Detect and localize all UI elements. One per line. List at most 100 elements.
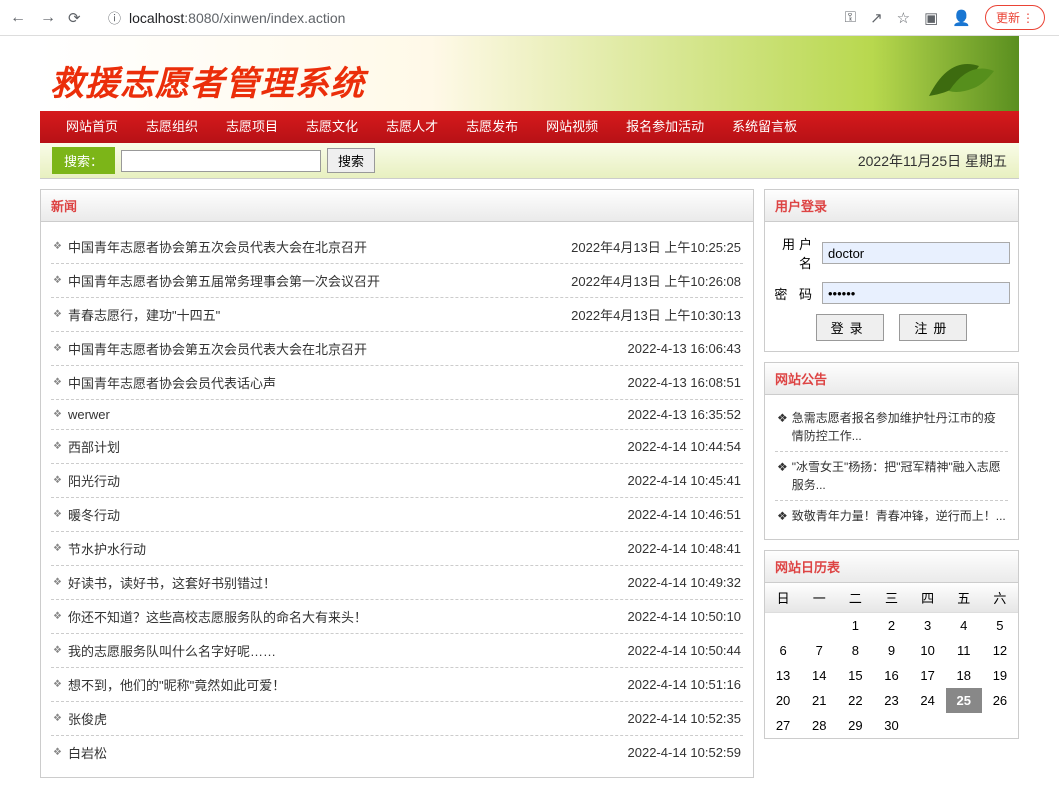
news-panel-header: 新闻 (41, 190, 753, 222)
calendar-day[interactable]: 4 (946, 613, 982, 639)
calendar-day[interactable]: 21 (801, 688, 837, 713)
chrome-right-icons: ⚿ ↗ ☆ ▣ 👤 更新 ⋮ (845, 5, 1051, 30)
news-title-link[interactable]: ❖werwer (53, 407, 618, 422)
calendar-day[interactable]: 2 (873, 613, 909, 639)
calendar-day[interactable]: 10 (910, 638, 946, 663)
left-column: 新闻 ❖中国青年志愿者协会第五次会员代表大会在北京召开2022年4月13日 上午… (40, 189, 754, 788)
calendar-day[interactable]: 29 (837, 713, 873, 738)
news-title-link[interactable]: ❖我的志愿服务队叫什么名字好呢…… (53, 641, 618, 660)
calendar-day[interactable]: 18 (946, 663, 982, 688)
calendar-day[interactable]: 14 (801, 663, 837, 688)
calendar-day[interactable]: 12 (982, 638, 1018, 663)
search-button[interactable]: 搜索 (327, 148, 375, 173)
back-button[interactable]: ← (8, 9, 28, 27)
login-panel: 用户登录 用户名 密 码 登录 注册 (764, 189, 1019, 352)
username-input[interactable] (822, 242, 1010, 264)
url-text: localhost:8080/xinwen/index.action (129, 10, 345, 26)
leaf-decoration-icon (919, 46, 999, 106)
search-input[interactable] (121, 150, 321, 172)
calendar-day[interactable]: 26 (982, 688, 1018, 713)
news-title-link[interactable]: ❖好读书，读好书，这套好书别错过！ (53, 573, 618, 592)
announcement-link[interactable]: "冰雪女王"杨扬：把"冠军精神"融入志愿服务... (792, 458, 1006, 494)
nav-item-1[interactable]: 志愿组织 (132, 111, 212, 143)
calendar-day[interactable]: 3 (910, 613, 946, 639)
news-item: ❖白岩松2022-4-14 10:52:59 (51, 736, 743, 769)
news-title-text: 白岩松 (68, 743, 107, 762)
browser-chrome: ← → ⟳ ⓘ localhost:8080/xinwen/index.acti… (0, 0, 1059, 36)
calendar-day[interactable]: 5 (982, 613, 1018, 639)
calendar-day[interactable]: 22 (837, 688, 873, 713)
bullet-icon: ❖ (53, 343, 62, 354)
password-input[interactable] (822, 282, 1010, 304)
forward-button[interactable]: → (38, 9, 58, 27)
news-title-link[interactable]: ❖西部计划 (53, 437, 618, 456)
browser-update-button[interactable]: 更新 ⋮ (985, 5, 1045, 30)
login-button[interactable]: 登录 (816, 314, 884, 341)
star-icon[interactable]: ☆ (897, 9, 910, 27)
news-title-link[interactable]: ❖中国青年志愿者协会第五次会员代表大会在北京召开 (53, 339, 618, 358)
news-title-link[interactable]: ❖青春志愿行，建功"十四五" (53, 305, 561, 324)
news-time: 2022-4-14 10:45:41 (628, 473, 741, 488)
news-title-link[interactable]: ❖白岩松 (53, 743, 618, 762)
calendar-day[interactable]: 9 (873, 638, 909, 663)
bullet-icon: ❖ (53, 409, 62, 420)
calendar-day[interactable]: 28 (801, 713, 837, 738)
calendar-day[interactable]: 6 (765, 638, 801, 663)
share-icon[interactable]: ↗ (870, 9, 883, 27)
calendar-day[interactable]: 20 (765, 688, 801, 713)
calendar-day[interactable]: 23 (873, 688, 909, 713)
announcements-list: ❖急需志愿者报名参加维护牡丹江市的疫情防控工作...❖"冰雪女王"杨扬：把"冠军… (775, 403, 1008, 531)
url-path: :8080/xinwen/index.action (184, 10, 345, 26)
news-title-link[interactable]: ❖中国青年志愿者协会第五次会员代表大会在北京召开 (53, 237, 561, 256)
site-info-icon[interactable]: ⓘ (108, 8, 121, 27)
calendar-day[interactable]: 19 (982, 663, 1018, 688)
calendar-day[interactable]: 27 (765, 713, 801, 738)
announcements-panel-header: 网站公告 (765, 363, 1018, 395)
register-button[interactable]: 注册 (899, 314, 967, 341)
calendar-day[interactable]: 16 (873, 663, 909, 688)
nav-item-5[interactable]: 志愿发布 (452, 111, 532, 143)
panel-icon[interactable]: ▣ (924, 9, 938, 27)
main-layout: 新闻 ❖中国青年志愿者协会第五次会员代表大会在北京召开2022年4月13日 上午… (40, 189, 1019, 788)
calendar-day[interactable]: 8 (837, 638, 873, 663)
news-title-link[interactable]: ❖暖冬行动 (53, 505, 618, 524)
bullet-icon: ❖ (777, 458, 788, 494)
calendar-day[interactable]: 15 (837, 663, 873, 688)
news-time: 2022年4月13日 上午10:25:25 (571, 237, 741, 256)
news-title-link[interactable]: ❖中国青年志愿者协会第五届常务理事会第一次会议召开 (53, 271, 561, 290)
refresh-button[interactable]: ⟳ (68, 9, 88, 27)
nav-item-3[interactable]: 志愿文化 (292, 111, 372, 143)
announcement-link[interactable]: 急需志愿者报名参加维护牡丹江市的疫情防控工作... (792, 409, 1006, 445)
calendar-day[interactable]: 30 (873, 713, 909, 738)
news-title-link[interactable]: ❖中国青年志愿者协会会员代表话心声 (53, 373, 618, 392)
calendar-day[interactable]: 25 (946, 688, 982, 713)
news-title-link[interactable]: ❖节水护水行动 (53, 539, 618, 558)
nav-item-6[interactable]: 网站视频 (532, 111, 612, 143)
calendar-day[interactable]: 7 (801, 638, 837, 663)
news-title-text: 中国青年志愿者协会第五次会员代表大会在北京召开 (68, 237, 367, 256)
announcement-link[interactable]: 致敬青年力量！青春冲锋，逆行而上！... (792, 507, 1006, 525)
calendar-weekday: 一 (801, 583, 837, 613)
profile-icon[interactable]: 👤 (952, 9, 971, 27)
address-bar[interactable]: ⓘ localhost:8080/xinwen/index.action (98, 4, 835, 31)
news-title-link[interactable]: ❖想不到，他们的"昵称"竟然如此可爱！ (53, 675, 618, 694)
key-icon[interactable]: ⚿ (845, 9, 856, 26)
nav-item-4[interactable]: 志愿人才 (372, 111, 452, 143)
news-title-link[interactable]: ❖阳光行动 (53, 471, 618, 490)
news-time: 2022-4-14 10:50:44 (628, 643, 741, 658)
nav-item-0[interactable]: 网站首页 (52, 111, 132, 143)
calendar-day[interactable]: 13 (765, 663, 801, 688)
calendar-weekday: 五 (946, 583, 982, 613)
calendar-day[interactable]: 11 (946, 638, 982, 663)
calendar-day[interactable]: 1 (837, 613, 873, 639)
calendar-weekday: 六 (982, 583, 1018, 613)
calendar-day[interactable]: 17 (910, 663, 946, 688)
nav-item-7[interactable]: 报名参加活动 (612, 111, 718, 143)
page-wrap: 救援志愿者管理系统 网站首页志愿组织志愿项目志愿文化志愿人才志愿发布网站视频报名… (0, 36, 1059, 788)
news-title-link[interactable]: ❖你还不知道？这些高校志愿服务队的命名大有来头！ (53, 607, 618, 626)
news-item: ❖中国青年志愿者协会第五次会员代表大会在北京召开2022-4-13 16:06:… (51, 332, 743, 366)
news-title-link[interactable]: ❖张俊虎 (53, 709, 618, 728)
calendar-day[interactable]: 24 (910, 688, 946, 713)
nav-item-8[interactable]: 系统留言板 (718, 111, 811, 143)
nav-item-2[interactable]: 志愿项目 (212, 111, 292, 143)
